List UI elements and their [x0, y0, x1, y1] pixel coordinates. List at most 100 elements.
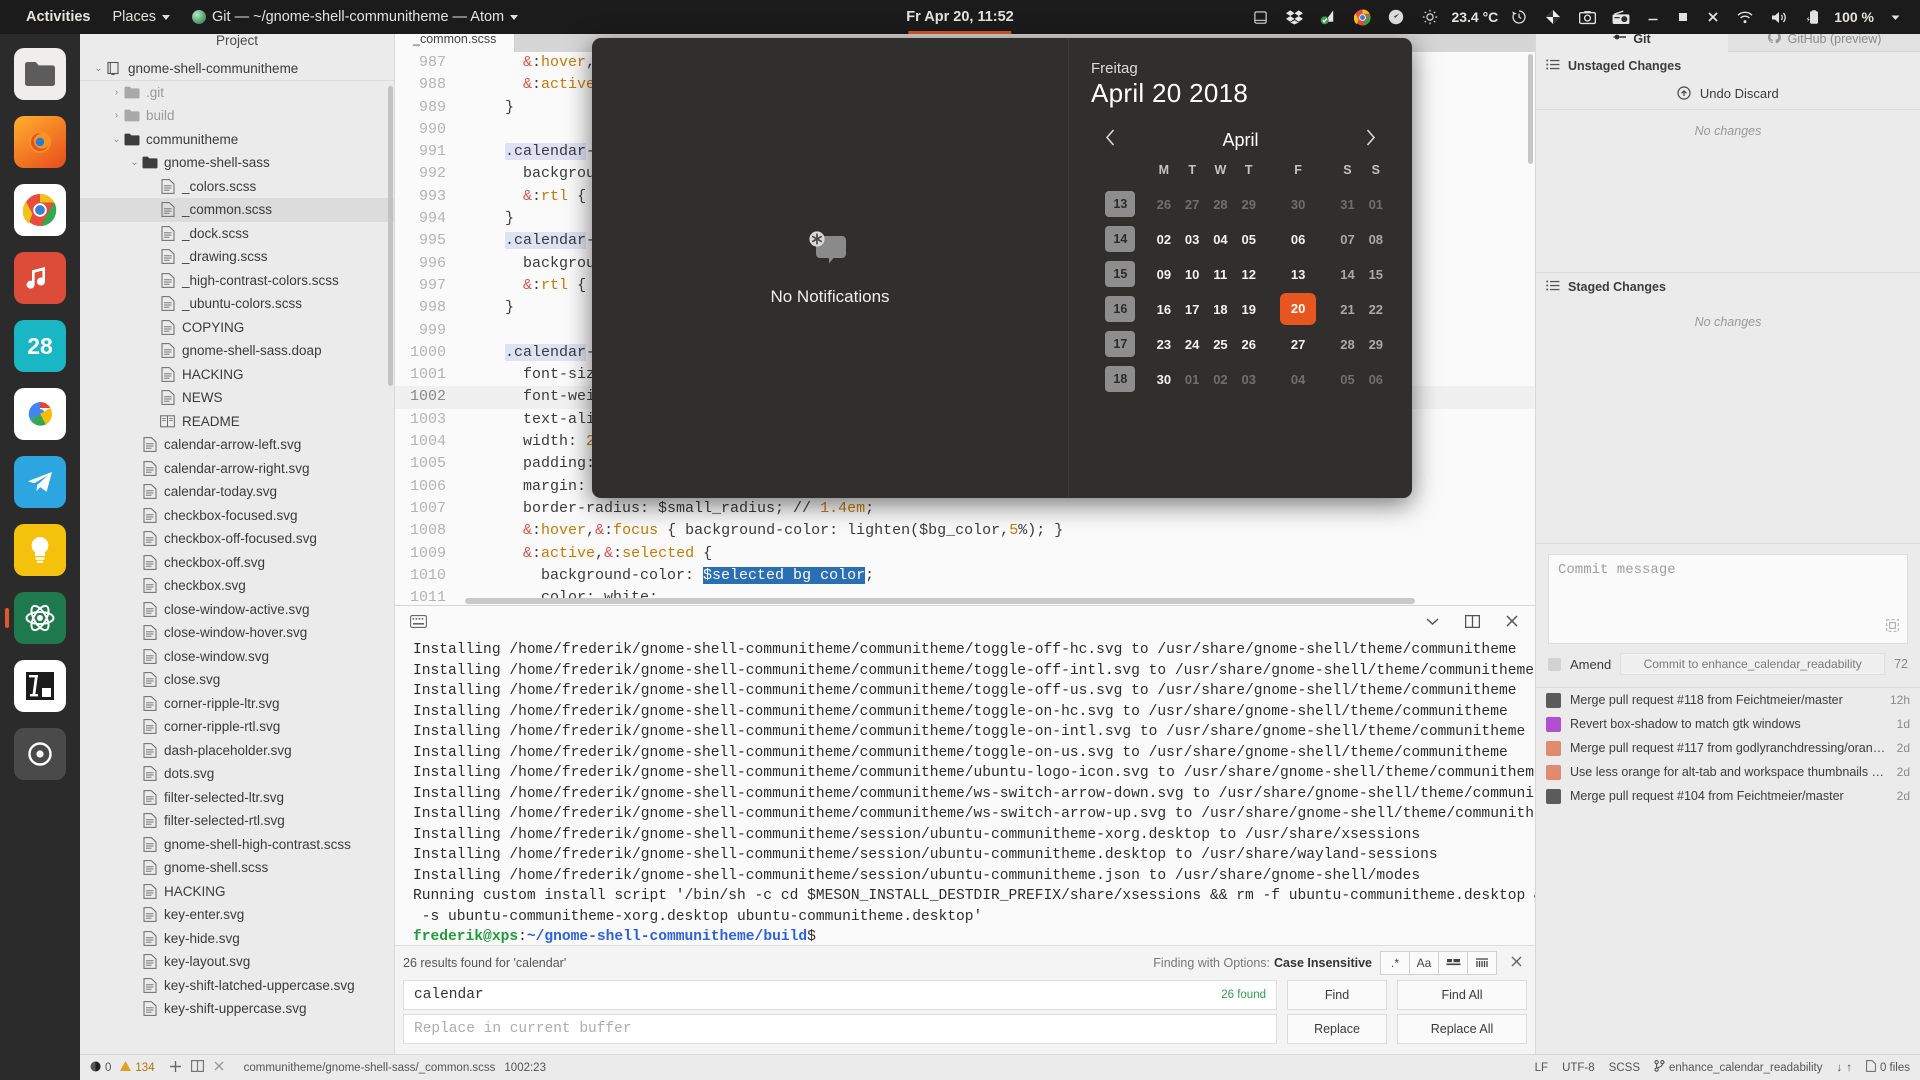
commit-list-item[interactable]: Merge pull request #104 from Feichtmeier… — [1536, 784, 1920, 808]
tree-item-calendar-arrow-left-svg[interactable]: calendar-arrow-left.svg — [80, 433, 394, 457]
clock-button[interactable]: Fr Apr 20, 11:52 — [906, 0, 1014, 34]
warning-count[interactable]: 134 — [120, 1061, 155, 1074]
whole-word-icon[interactable] — [1438, 951, 1468, 975]
tree-item-close-window-active-svg[interactable]: close-window-active.svg — [80, 598, 394, 622]
calendar-day[interactable]: 27 — [1178, 187, 1206, 221]
tree-item-filter-selected-ltr-svg[interactable]: filter-selected-ltr.svg — [80, 786, 394, 810]
tree-item-dots-svg[interactable]: dots.svg — [80, 762, 394, 786]
tree-item-filter-selected-rtl-svg[interactable]: filter-selected-rtl.svg — [80, 809, 394, 833]
calendar-day[interactable]: 02 — [1150, 222, 1178, 256]
dock-item-files[interactable] — [14, 48, 66, 100]
tree-item-key-shift-uppercase-svg[interactable]: key-shift-uppercase.svg — [80, 997, 394, 1021]
dock-item-telegram[interactable] — [14, 456, 66, 508]
amend-checkbox[interactable] — [1548, 657, 1561, 671]
tree-item-high-contrast-colors-scss[interactable]: _high-contrast-colors.scss — [80, 269, 394, 293]
tree-item-close-window-svg[interactable]: close-window.svg — [80, 645, 394, 669]
calendar-day[interactable]: 02 — [1206, 362, 1234, 396]
code-line[interactable]: 1008 &:hover,&:focus { background-color:… — [395, 520, 1535, 542]
calendar-day[interactable]: 29 — [1235, 187, 1263, 221]
places-menu[interactable]: Places — [101, 0, 181, 34]
tree-item-key-enter-svg[interactable]: key-enter.svg — [80, 903, 394, 927]
calendar-day[interactable]: 10 — [1178, 257, 1206, 291]
status-line-ending[interactable]: LF — [1535, 1062, 1548, 1074]
error-count[interactable]: 0 — [90, 1061, 111, 1075]
history-icon[interactable] — [1502, 0, 1536, 34]
volume-icon[interactable] — [1762, 0, 1796, 34]
calendar-day[interactable]: 24 — [1178, 327, 1206, 361]
staged-header[interactable]: Staged Changes — [1536, 273, 1920, 301]
find-input[interactable]: calendar 26 found — [403, 980, 1277, 1010]
chevron-right-icon[interactable]: › — [110, 87, 123, 98]
tree-item-news[interactable]: NEWS — [80, 386, 394, 410]
tree-item-corner-ripple-rtl-svg[interactable]: corner-ripple-rtl.svg — [80, 715, 394, 739]
calendar-change-month-forward[interactable] — [1358, 129, 1384, 152]
tree-item-colors-scss[interactable]: _colors.scss — [80, 175, 394, 199]
calendar-day[interactable]: 12 — [1235, 257, 1263, 291]
calendar-day[interactable]: 08 — [1362, 222, 1390, 256]
chevron-down-icon[interactable] — [1419, 610, 1445, 632]
calendar-day[interactable]: 30 — [1150, 362, 1178, 396]
calendar-day[interactable]: 26 — [1150, 187, 1178, 221]
dock-item-firefox[interactable] — [14, 116, 66, 168]
tree-item-gnome-shell-scss[interactable]: gnome-shell.scss — [80, 856, 394, 880]
add-pane-icon[interactable] — [169, 1060, 182, 1076]
status-files[interactable]: 0 files — [1866, 1060, 1910, 1075]
dock-item-settings[interactable] — [14, 728, 66, 780]
calendar-day[interactable]: 17 — [1178, 292, 1206, 326]
screenshot-icon[interactable] — [1570, 0, 1604, 34]
replace-all-button[interactable]: Replace All — [1397, 1014, 1527, 1044]
calendar-day[interactable]: 06 — [1263, 222, 1333, 256]
calendar-day[interactable]: 15 — [1362, 257, 1390, 291]
calendar-day[interactable]: 01 — [1178, 362, 1206, 396]
tree-item-calendar-today-svg[interactable]: calendar-today.svg — [80, 480, 394, 504]
calendar-day[interactable]: 26 — [1235, 327, 1263, 361]
calendar-day[interactable]: 05 — [1333, 362, 1361, 396]
commit-list-item[interactable]: Revert box-shadow to match gtk windows 1d — [1536, 712, 1920, 736]
calendar-day[interactable]: 19 — [1235, 292, 1263, 326]
code-line[interactable]: 1009 &:active,&:selected { — [395, 543, 1535, 565]
tree-item-communitheme[interactable]: ⌄ communitheme — [80, 128, 394, 152]
close-icon[interactable] — [1499, 610, 1525, 632]
close-find-icon[interactable] — [1505, 955, 1527, 971]
calendar-day[interactable]: 25 — [1206, 327, 1234, 361]
tree-item-gnome-shell-sass-doap[interactable]: gnome-shell-sass.doap — [80, 339, 394, 363]
terminal-output[interactable]: Installing /home/frederik/gnome-shell-co… — [395, 636, 1535, 945]
calendar-day[interactable]: 09 — [1150, 257, 1178, 291]
case-sensitive-icon[interactable]: Aa — [1409, 951, 1439, 975]
close-window-button[interactable] — [1698, 0, 1728, 34]
dropbox-icon[interactable] — [1277, 0, 1311, 34]
tree-item-hacking[interactable]: HACKING — [80, 880, 394, 904]
selection-icon[interactable] — [1467, 951, 1497, 975]
chevron-down-icon[interactable]: ⌄ — [92, 63, 105, 74]
keyboard-icon[interactable] — [405, 610, 431, 632]
tree-item-gnome-shell-sass[interactable]: ⌄ gnome-shell-sass — [80, 151, 394, 175]
replace-button[interactable]: Replace — [1287, 1014, 1387, 1044]
status-branch[interactable]: enhance_calendar_readability — [1654, 1060, 1822, 1075]
touchpad-icon[interactable] — [1243, 0, 1277, 34]
calendar-day[interactable]: 06 — [1362, 362, 1390, 396]
calendar-day[interactable]: 14 — [1333, 257, 1361, 291]
tree-item-gnome-shell-high-contrast-scss[interactable]: gnome-shell-high-contrast.scss — [80, 833, 394, 857]
tree-item-key-layout-svg[interactable]: key-layout.svg — [80, 950, 394, 974]
regex-icon[interactable]: .* — [1380, 951, 1410, 975]
calendar-day[interactable]: 27 — [1263, 327, 1333, 361]
tree-item-close-window-hover-svg[interactable]: close-window-hover.svg — [80, 621, 394, 645]
calendar-day[interactable]: 05 — [1235, 222, 1263, 256]
tree-item-checkbox-off-focused-svg[interactable]: checkbox-off-focused.svg — [80, 527, 394, 551]
calendar-day[interactable]: 21 — [1333, 292, 1361, 326]
calendar-day[interactable]: 30 — [1263, 187, 1333, 221]
minimize-window-button[interactable] — [1638, 0, 1668, 34]
tree-item-key-hide-svg[interactable]: key-hide.svg — [80, 927, 394, 951]
code-line[interactable]: 1010 background-color: $selected bg colo… — [395, 565, 1535, 587]
calendar-grid[interactable]: MTWTFSS 13 26 27 28 29 30 31 01 14 02 03 04 05 06 07 08… — [1091, 162, 1390, 397]
commit-button[interactable]: Commit to enhance_calendar_readability — [1620, 653, 1886, 675]
wifi-signal-icon[interactable] — [1311, 0, 1345, 34]
calendar-day[interactable]: 16 — [1150, 292, 1178, 326]
calendar-day[interactable]: 29 — [1362, 327, 1390, 361]
tree-item-hacking[interactable]: HACKING — [80, 363, 394, 387]
commit-list-item[interactable]: Merge pull request #117 from godlyranchd… — [1536, 736, 1920, 760]
dock-item-rhythmbox[interactable] — [14, 252, 66, 304]
calendar-day-today[interactable]: 20 — [1263, 292, 1333, 326]
calendar-day[interactable]: 22 — [1362, 292, 1390, 326]
navigation-icon[interactable] — [1379, 0, 1413, 34]
